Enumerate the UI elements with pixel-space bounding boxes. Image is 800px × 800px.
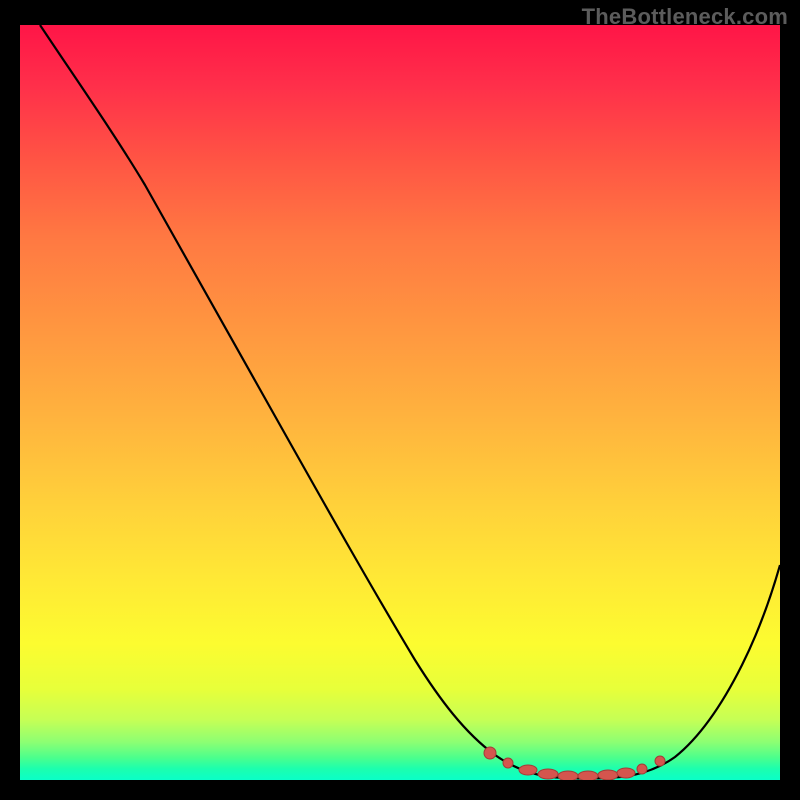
dot [519, 765, 537, 775]
dot [637, 764, 647, 774]
chart-overlay [20, 25, 780, 780]
dot [578, 771, 598, 780]
dot [503, 758, 513, 768]
dot [617, 768, 635, 778]
chart-canvas: TheBottleneck.com [0, 0, 800, 800]
dot [655, 756, 665, 766]
dot [538, 769, 558, 779]
dot [558, 771, 578, 780]
dot [484, 747, 496, 759]
plot-area [20, 25, 780, 780]
dot [598, 770, 618, 780]
watermark-label: TheBottleneck.com [582, 4, 788, 30]
bottleneck-curve [40, 25, 780, 779]
